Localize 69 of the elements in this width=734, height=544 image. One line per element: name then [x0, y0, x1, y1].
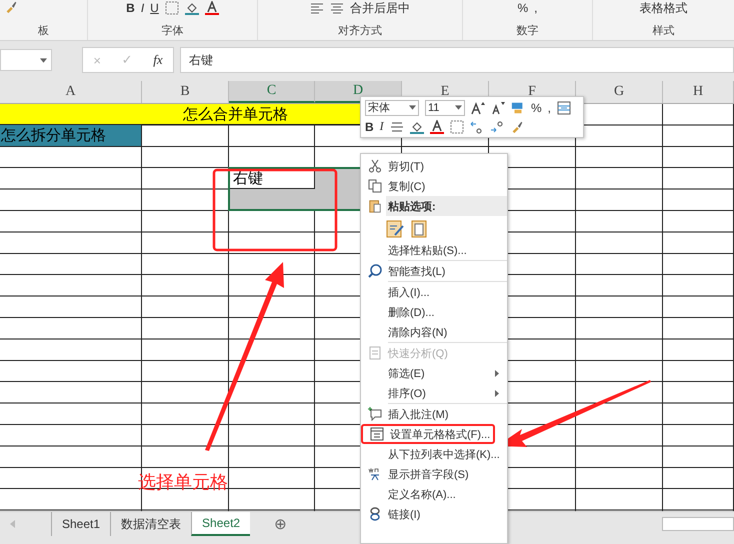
menu-item[interactable]: 显示拼音字段(S) — [361, 464, 507, 484]
menu-item[interactable]: 智能查找(L) — [361, 261, 507, 281]
comment-icon — [368, 407, 382, 421]
search-icon — [368, 264, 382, 278]
font-field[interactable]: 宋体 — [365, 100, 419, 116]
menu-item[interactable]: 筛选(E) — [361, 363, 507, 383]
menu-item[interactable]: 从下拉列表中选择(K)... — [361, 444, 507, 464]
menu-item[interactable]: 定义名称(A)... — [361, 484, 507, 504]
paste-icon[interactable] — [386, 218, 404, 238]
menu-item[interactable]: 设置单元格格式(F)... — [361, 424, 496, 444]
clipboard-icon — [368, 199, 382, 213]
formula-input[interactable]: 右键 — [180, 47, 734, 73]
brush-icon[interactable] — [4, 0, 18, 14]
fill-color-icon[interactable] — [184, 1, 199, 15]
quick-analysis-icon — [368, 346, 382, 360]
increase-decimal-icon[interactable] — [470, 120, 484, 134]
group-label: 样式 — [652, 24, 674, 38]
number-format-button[interactable]: , — [534, 1, 538, 15]
font-color-icon[interactable] — [204, 1, 219, 15]
menu-item[interactable]: 排序(O) — [361, 383, 507, 403]
group-label: 板 — [38, 24, 49, 38]
menu-item[interactable]: 链接(I) — [361, 504, 507, 524]
pinyin-icon — [368, 467, 382, 481]
scissors-icon — [368, 159, 382, 173]
number-format-button[interactable]: % — [531, 100, 542, 115]
merge-center-button[interactable]: 合并后居中 — [350, 0, 410, 16]
shrink-font-icon[interactable] — [491, 100, 505, 115]
heading-cell[interactable]: 怎么拆分单元格 — [0, 125, 142, 147]
format-button[interactable]: I — [140, 1, 144, 15]
grow-font-icon[interactable] — [471, 100, 485, 115]
format-cells-icon — [370, 427, 384, 441]
add-sheet-button[interactable]: ⊕ — [274, 512, 287, 536]
menu-item[interactable]: 删除(D)... — [361, 302, 507, 322]
accounting-format-icon[interactable] — [511, 100, 525, 115]
column-header[interactable]: A — [0, 81, 142, 103]
group-label: 字体 — [162, 24, 184, 38]
submenu-arrow-icon — [495, 370, 499, 376]
group-label: 数字 — [516, 24, 538, 38]
group-label: 对齐方式 — [338, 24, 382, 38]
wrap-format-icon[interactable] — [557, 100, 572, 115]
fill-color-icon[interactable] — [410, 120, 424, 134]
align-icon[interactable] — [330, 1, 344, 15]
column-header[interactable]: C — [229, 81, 315, 103]
paste-icon[interactable] — [410, 218, 428, 238]
font-size-field[interactable]: 11 — [425, 100, 465, 116]
decrease-decimal-icon[interactable] — [490, 120, 504, 134]
table-format-button[interactable]: 表格格式 — [640, 0, 688, 16]
menu-item[interactable]: 清除内容(N) — [361, 322, 507, 342]
align-icon[interactable] — [310, 1, 324, 15]
menu-item[interactable]: 选择性粘贴(S)... — [361, 240, 507, 260]
link-icon — [368, 507, 382, 521]
copy-icon — [368, 179, 382, 193]
submenu-arrow-icon — [495, 390, 499, 396]
insert-function-button[interactable]: fx — [153, 52, 163, 68]
font-color-icon[interactable] — [430, 120, 444, 134]
border-icon[interactable] — [164, 1, 179, 15]
column-header[interactable]: H — [663, 81, 734, 103]
sheet-tab[interactable]: Sheet1 — [51, 512, 110, 536]
border-icon[interactable] — [450, 120, 464, 134]
menu-item[interactable]: 插入批注(M) — [361, 404, 507, 424]
number-format-button[interactable]: % — [517, 1, 528, 15]
menu-item[interactable]: 插入(I)... — [361, 282, 507, 302]
align-center-icon[interactable] — [390, 120, 404, 134]
sheet-tab[interactable]: Sheet2 — [191, 512, 250, 536]
format-button[interactable]: U — [150, 1, 159, 15]
horizontal-scrollbar[interactable] — [662, 517, 734, 531]
format-button[interactable]: B — [126, 1, 135, 15]
number-format-button[interactable]: , — [548, 100, 552, 115]
caret-icon — [40, 58, 47, 62]
